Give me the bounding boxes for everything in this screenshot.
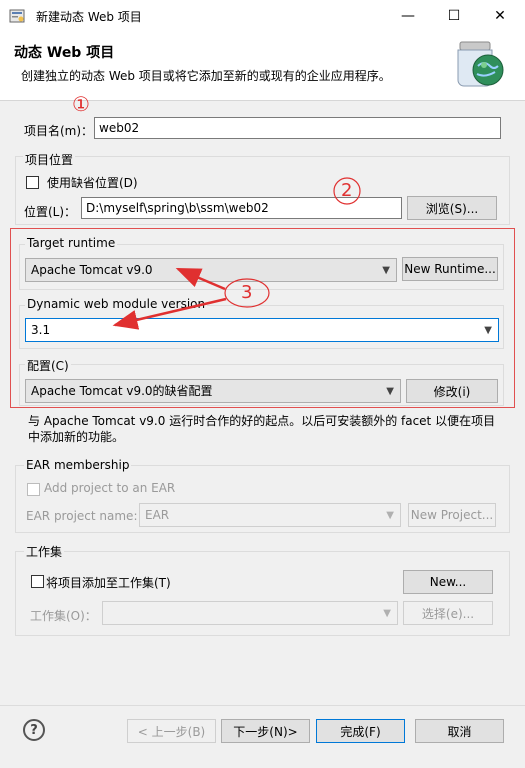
ear-new-project-button[interactable]: New Project...: [408, 503, 496, 527]
cancel-button[interactable]: 取消: [415, 719, 504, 743]
help-icon[interactable]: ?: [23, 719, 45, 741]
project-name-input[interactable]: web02: [94, 117, 501, 139]
chevron-down-icon: ▼: [386, 510, 394, 521]
add-to-working-set-checkbox[interactable]: [31, 575, 44, 588]
finish-button[interactable]: 完成(F): [316, 719, 405, 743]
chevron-down-icon: ▼: [484, 325, 492, 336]
close-button[interactable]: ✕: [477, 0, 523, 31]
configuration-value: Apache Tomcat v9.0的缺省配置: [31, 384, 213, 398]
ear-project-name-label: EAR project name:: [26, 509, 138, 523]
add-to-working-set-label: 将项目添加至工作集(T): [46, 576, 171, 590]
footer-separator: [0, 705, 525, 706]
configuration-description-line2: 中添加新的功能。: [28, 430, 125, 444]
annotation-marker-1: ①: [72, 92, 90, 116]
browse-button[interactable]: 浏览(S)...: [407, 196, 497, 220]
page-title: 动态 Web 项目: [14, 45, 115, 61]
target-runtime-group-label: Target runtime: [25, 236, 118, 250]
location-label: 位置(L)：: [24, 205, 77, 219]
add-to-ear-checkbox[interactable]: [27, 483, 40, 496]
ear-project-name-value: EAR: [145, 508, 170, 522]
page-description: 创建独立的动态 Web 项目或将它添加至新的或现有的企业应用程序。: [21, 69, 391, 83]
configuration-description-line1: 与 Apache Tomcat v9.0 运行时合作的好的起点。以后可安装额外的…: [28, 414, 496, 428]
working-set-group-label: 工作集: [24, 543, 65, 560]
maximize-button[interactable]: ☐: [431, 0, 477, 31]
new-runtime-button[interactable]: New Runtime...: [402, 257, 498, 281]
working-set-new-button[interactable]: New...: [403, 570, 493, 594]
globe-jar-icon: [457, 41, 504, 87]
module-version-value: 3.1: [31, 323, 51, 337]
next-button[interactable]: 下一步(N)>: [221, 719, 310, 743]
configuration-select[interactable]: Apache Tomcat v9.0的缺省配置 ▼: [25, 379, 401, 403]
project-location-group-label: 项目位置: [23, 151, 76, 168]
chevron-down-icon: ▼: [382, 265, 390, 276]
chevron-down-icon: ▼: [383, 608, 391, 619]
use-default-location-label: 使用缺省位置(D): [47, 176, 138, 190]
annotation-arrows-3: [112, 267, 270, 330]
working-set-select-button[interactable]: 选择(e)...: [403, 601, 493, 625]
minimize-button[interactable]: —: [385, 0, 431, 31]
back-button[interactable]: < 上一步(B): [127, 719, 216, 743]
modify-button[interactable]: 修改(i): [406, 379, 498, 403]
window-title: 新建动态 Web 项目: [36, 10, 142, 24]
use-default-location-checkbox[interactable]: [26, 176, 39, 189]
working-sets-select[interactable]: ▼: [102, 601, 398, 625]
chevron-down-icon: ▼: [386, 386, 394, 397]
project-name-label: 项目名(m)：: [24, 124, 94, 138]
configuration-group-label: 配置(C): [25, 357, 71, 374]
working-sets-label: 工作集(O)：: [30, 609, 97, 623]
add-to-ear-label: Add project to an EAR: [44, 481, 176, 495]
eclipse-app-icon: [9, 9, 25, 23]
ear-project-name-select[interactable]: EAR ▼: [139, 503, 401, 527]
annotation-number-2: 2: [341, 180, 353, 201]
ear-membership-group-label: EAR membership: [24, 458, 132, 472]
annotation-number-3: 3: [241, 282, 253, 303]
